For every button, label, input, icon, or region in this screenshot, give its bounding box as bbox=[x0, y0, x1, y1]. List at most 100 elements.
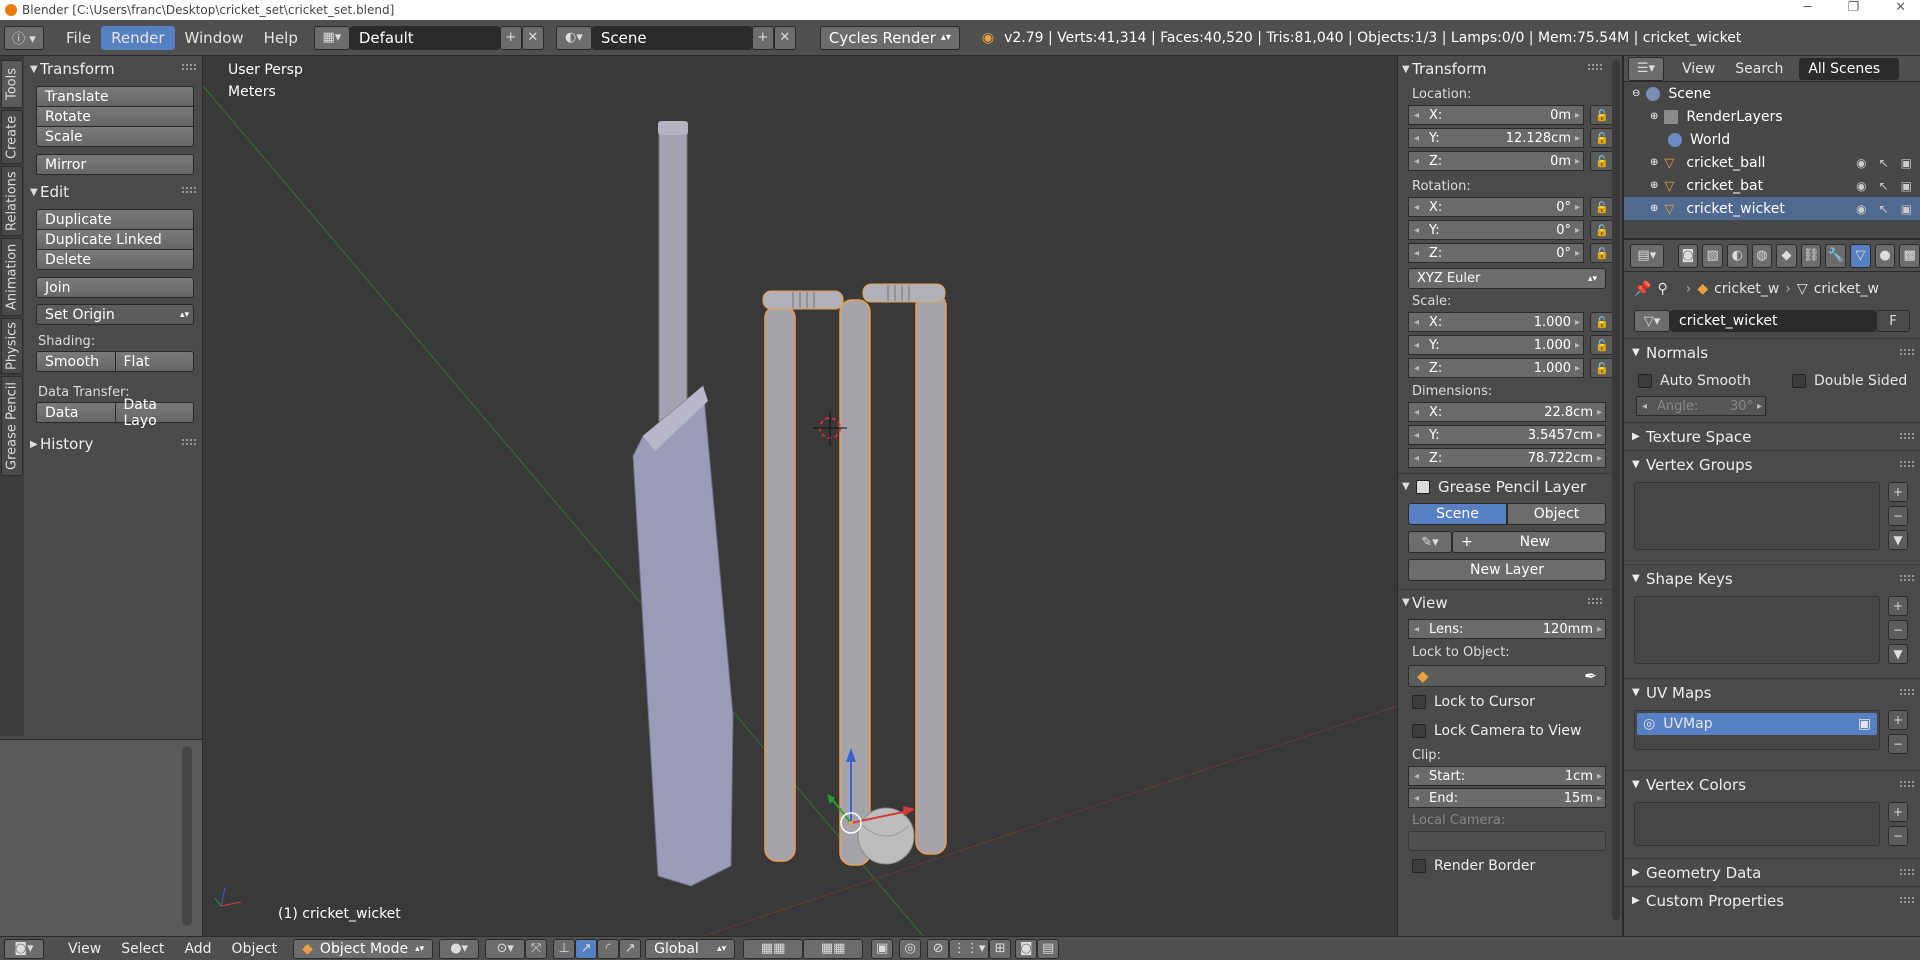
lock-object-field[interactable]: ◆ ✒ bbox=[1408, 665, 1606, 687]
location-x-field[interactable]: X: 0m bbox=[1408, 105, 1584, 125]
lock-icon[interactable]: 🔓 bbox=[1590, 358, 1614, 378]
layers-grid-icon[interactable]: ▦▦ bbox=[803, 938, 864, 959]
close-icon[interactable]: ✕ bbox=[1895, 0, 1906, 15]
proportional-edit-icon[interactable]: ◎ bbox=[899, 938, 922, 959]
add-icon[interactable]: + bbox=[1888, 482, 1908, 502]
remove-icon[interactable]: − bbox=[1888, 826, 1908, 846]
remove-icon[interactable]: − bbox=[1888, 506, 1908, 526]
lock-icon[interactable]: 🔓 bbox=[1590, 220, 1614, 240]
uv-maps-header[interactable]: ▼ UV Maps bbox=[1624, 678, 1920, 706]
combined-manipulator-icon[interactable]: ↗ bbox=[619, 938, 642, 959]
cricket-wicket[interactable] bbox=[762, 283, 947, 866]
layers-tab-icon[interactable]: ▧ bbox=[1702, 243, 1723, 268]
drag-grip-icon[interactable] bbox=[182, 187, 196, 193]
tab-relations[interactable]: Relations bbox=[1, 166, 23, 236]
join-button[interactable]: Join bbox=[36, 277, 194, 298]
menu-window[interactable]: Window bbox=[175, 26, 254, 50]
tab-physics[interactable]: Physics bbox=[1, 318, 23, 374]
add-icon[interactable]: + bbox=[1888, 802, 1908, 822]
lock-icon[interactable]: 🔓 bbox=[1590, 243, 1614, 263]
mesh-browse-icon[interactable]: ▽▾ bbox=[1634, 310, 1670, 332]
mesh-data-tab-icon[interactable]: ▽ bbox=[1850, 243, 1871, 268]
lock-cursor-option[interactable]: Lock to Cursor bbox=[1398, 687, 1622, 716]
transform-panel-header[interactable]: ▼ Transform bbox=[26, 56, 202, 82]
drag-grip-icon[interactable] bbox=[1588, 598, 1602, 604]
lock-icon[interactable]: 🔓 bbox=[1590, 151, 1614, 171]
drag-grip-icon[interactable] bbox=[1900, 575, 1914, 581]
layout-browse-icon[interactable]: ▦▾ bbox=[313, 25, 350, 50]
opengl-render-icon[interactable]: ◙ bbox=[1015, 938, 1038, 959]
drag-grip-icon[interactable] bbox=[1900, 869, 1914, 875]
menu-view[interactable]: View bbox=[58, 941, 111, 957]
normals-panel-header[interactable]: ▼ Normals bbox=[1624, 338, 1920, 366]
cursor-icon[interactable]: ↖ bbox=[1879, 179, 1889, 193]
eye-icon[interactable]: ◉ bbox=[1856, 179, 1866, 193]
tab-animation[interactable]: Animation bbox=[1, 238, 23, 316]
data-layout-button[interactable]: Data Layo bbox=[114, 397, 194, 429]
menu-select[interactable]: Select bbox=[111, 941, 174, 957]
camera-icon[interactable]: ▣ bbox=[1901, 202, 1912, 216]
checkbox[interactable] bbox=[1412, 858, 1426, 873]
outliner-item-cricket-ball[interactable]: ⊕ ▽ cricket_ball ◉ ↖ ▣ bbox=[1624, 151, 1920, 174]
mirror-button[interactable]: Mirror bbox=[36, 154, 194, 175]
scrollbar[interactable] bbox=[182, 746, 192, 926]
flat-shading-button[interactable]: Flat bbox=[114, 351, 194, 372]
material-tab-icon[interactable]: ● bbox=[1874, 243, 1896, 268]
camera-icon[interactable]: ▣ bbox=[1901, 179, 1912, 193]
shape-keys-header[interactable]: ▼ Shape Keys bbox=[1624, 564, 1920, 592]
manipulator-toggle-icon[interactable]: ⤧ bbox=[525, 938, 548, 959]
eye-icon[interactable]: ◉ bbox=[1856, 156, 1866, 170]
gp-scene-toggle[interactable]: Scene bbox=[1408, 503, 1507, 525]
texture-tab-icon[interactable]: ▩ bbox=[1899, 243, 1920, 268]
vertex-colors-list[interactable] bbox=[1634, 802, 1880, 846]
scene-name-field[interactable]: Scene bbox=[591, 25, 752, 50]
viewport-shading-icon[interactable]: ●▾ bbox=[439, 938, 480, 959]
texture-space-header[interactable]: ▶ Texture Space bbox=[1624, 422, 1920, 450]
smooth-shading-button[interactable]: Smooth bbox=[36, 351, 116, 372]
tab-tools[interactable]: Tools bbox=[1, 60, 23, 108]
editor-type-outliner-icon[interactable]: ☰▾ bbox=[1628, 56, 1664, 81]
view-panel-header[interactable]: ▼ View bbox=[1398, 589, 1622, 615]
editor-type-3dview-icon[interactable]: ◙▾ bbox=[4, 938, 44, 959]
custom-properties-header[interactable]: ▶ Custom Properties bbox=[1624, 886, 1920, 914]
outliner-item-cricket-wicket[interactable]: ⊕ ▽ cricket_wicket ◉ ↖ ▣ bbox=[1624, 197, 1920, 220]
location-y-field[interactable]: Y: 12.128cm bbox=[1408, 128, 1584, 148]
outliner-view-menu[interactable]: View bbox=[1672, 58, 1725, 80]
double-sided-checkbox[interactable] bbox=[1792, 374, 1806, 388]
camera-icon[interactable]: ▣ bbox=[1858, 716, 1871, 732]
drag-grip-icon[interactable] bbox=[1900, 689, 1914, 695]
cursor-icon[interactable]: ↖ bbox=[1879, 156, 1889, 170]
set-origin-select[interactable]: Set Origin ▴▾ bbox=[36, 304, 194, 325]
geometry-data-header[interactable]: ▶ Geometry Data bbox=[1624, 858, 1920, 886]
mesh-name-field[interactable]: cricket_wicket bbox=[1670, 310, 1876, 332]
snap-element-icon[interactable]: ⋮⋮▾ bbox=[949, 938, 990, 959]
drag-grip-icon[interactable] bbox=[1900, 897, 1914, 903]
scrollbar[interactable] bbox=[1612, 60, 1620, 920]
constraints-tab-icon[interactable]: ⛓ bbox=[1800, 243, 1822, 268]
render-engine-select[interactable]: Cycles Render ▴▾ bbox=[819, 25, 960, 50]
translate-button[interactable]: Translate bbox=[36, 86, 194, 107]
menu-file[interactable]: File bbox=[56, 26, 101, 50]
scale-manipulator-icon[interactable]: ◜ bbox=[597, 938, 620, 959]
rotation-x-field[interactable]: X: 0° bbox=[1408, 197, 1584, 217]
render-tab-icon[interactable]: ◙ bbox=[1677, 243, 1699, 268]
menu-render[interactable]: Render bbox=[101, 25, 175, 50]
drag-grip-icon[interactable] bbox=[182, 64, 196, 70]
clip-start-field[interactable]: Start: 1cm bbox=[1408, 766, 1606, 786]
lock-camera-option[interactable]: Lock Camera to View bbox=[1398, 716, 1622, 745]
vertex-groups-header[interactable]: ▼ Vertex Groups bbox=[1624, 450, 1920, 478]
vertex-groups-list[interactable] bbox=[1634, 482, 1880, 550]
pin-icon[interactable]: 📌 bbox=[1634, 281, 1651, 297]
eye-icon[interactable]: ◉ bbox=[1856, 202, 1866, 216]
auto-smooth-checkbox[interactable] bbox=[1638, 374, 1652, 388]
vertex-colors-header[interactable]: ▼ Vertex Colors bbox=[1624, 770, 1920, 798]
edit-panel-header[interactable]: ▼ Edit bbox=[26, 179, 202, 205]
outliner-item-scene[interactable]: ⊖ Scene bbox=[1624, 82, 1920, 105]
remove-icon[interactable]: − bbox=[1888, 734, 1908, 754]
lock-icon[interactable]: 🔓 bbox=[1590, 335, 1614, 355]
cricket-bat[interactable] bbox=[632, 121, 734, 887]
duplicate-linked-button[interactable]: Duplicate Linked bbox=[36, 229, 194, 250]
lens-field[interactable]: Lens: 120mm bbox=[1408, 619, 1606, 639]
3d-viewport[interactable]: User Persp Meters (1) cricket_wicket bbox=[203, 56, 1397, 936]
location-z-field[interactable]: Z: 0m bbox=[1408, 151, 1584, 171]
